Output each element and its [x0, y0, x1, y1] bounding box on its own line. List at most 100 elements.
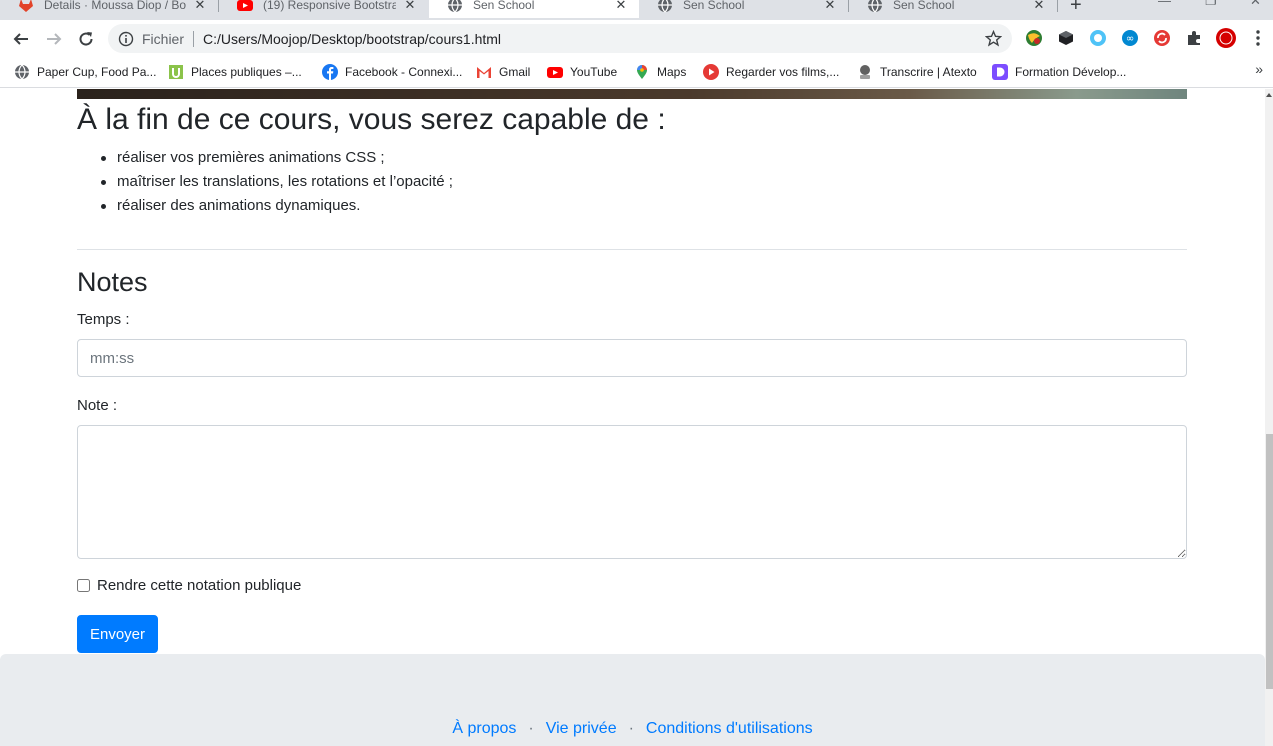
extension-cube-icon[interactable] [1056, 28, 1076, 48]
url-text[interactable]: C:/Users/Moojop/Desktop/bootstrap/cours1… [203, 31, 501, 47]
bookmark-label: YouTube [570, 65, 618, 79]
section-divider [77, 249, 1187, 250]
gmail-icon [477, 67, 491, 78]
svg-text:∞: ∞ [1126, 34, 1134, 45]
notes-title: Notes [77, 267, 148, 297]
bookmark-item[interactable]: Transcrire | Atexto [857, 62, 977, 82]
list-item: réaliser des animations dynamiques. [101, 194, 453, 218]
bookmarks-bar: Paper Cup, Food Pa... Places publiques –… [0, 57, 1273, 88]
tab-title: (19) Responsive Bootstrap W [263, 0, 396, 12]
public-checkbox-label[interactable]: Rendre cette notation publique [97, 577, 301, 594]
bookmark-label: Paper Cup, Food Pa... [37, 65, 157, 79]
globe-icon [448, 0, 462, 13]
tab-sen-school-active[interactable]: Sen School ✕ [429, 0, 639, 18]
tab-sen-school[interactable]: Sen School ✕ [849, 0, 1057, 18]
close-icon[interactable]: ✕ [613, 0, 629, 13]
bookmarks-overflow-button[interactable]: » [1255, 61, 1263, 77]
reload-icon [79, 32, 93, 46]
extension-blue-circle-icon[interactable] [1088, 28, 1108, 48]
footer-links: À propos · Vie privée · Conditions d'uti… [0, 720, 1265, 738]
bookmark-item[interactable]: Formation Dévelop... [992, 62, 1126, 82]
youtube-icon [237, 0, 253, 11]
bookmark-star-icon[interactable] [985, 30, 1002, 47]
scroll-up-arrow-icon[interactable] [1266, 93, 1272, 97]
goals-list: réaliser vos premières animations CSS ; … [101, 146, 453, 218]
globe-icon [658, 0, 672, 13]
play-circle-icon [703, 64, 719, 80]
facebook-icon [322, 64, 338, 80]
bookmark-label: Maps [657, 65, 687, 79]
youtube-icon [547, 67, 563, 78]
tab-title: Sen School [683, 0, 745, 12]
footer-link-about[interactable]: À propos [452, 720, 516, 738]
close-icon[interactable]: ✕ [402, 0, 418, 13]
reload-button[interactable] [74, 27, 98, 51]
green-u-icon [169, 65, 183, 79]
bookmark-item[interactable]: Regarder vos films,... [703, 62, 839, 82]
tab-sen-school[interactable]: Sen School ✕ [639, 0, 848, 18]
hero-image [77, 89, 1187, 99]
footer-link-privacy[interactable]: Vie privée [546, 720, 617, 738]
window-close-icon[interactable]: ✕ [1250, 0, 1261, 9]
bookmark-item[interactable]: Maps [634, 62, 686, 82]
arrow-right-icon [47, 33, 62, 45]
info-icon[interactable] [118, 31, 134, 47]
extension-infinity-icon[interactable]: ∞ [1120, 28, 1140, 48]
public-checkbox-row[interactable]: Rendre cette notation publique [77, 577, 301, 594]
footer: À propos · Vie privée · Conditions d'uti… [0, 654, 1265, 746]
note-textarea[interactable] [77, 425, 1187, 559]
bookmark-label: Transcrire | Atexto [880, 65, 977, 79]
extensions-puzzle-icon[interactable] [1184, 28, 1204, 48]
scheme-label: Fichier [142, 30, 185, 47]
forward-button[interactable] [42, 27, 66, 51]
close-icon[interactable]: ✕ [192, 0, 208, 13]
gitlab-fox-icon [19, 0, 33, 12]
list-item: réaliser vos premières animations CSS ; [101, 146, 453, 170]
bookmark-item[interactable]: YouTube [547, 62, 617, 82]
public-checkbox[interactable] [77, 579, 90, 592]
note-label: Note : [77, 397, 118, 414]
page-viewport: À la fin de ce cours, vous serez capable… [0, 89, 1265, 746]
bookmark-item[interactable]: Paper Cup, Food Pa... [14, 62, 156, 82]
formation-d-icon [992, 64, 1008, 80]
browser-toolbar: Fichier C:/Users/Moojop/Desktop/bootstra… [0, 20, 1273, 57]
profile-avatar-icon[interactable] [1216, 28, 1236, 48]
globe-icon [868, 0, 882, 13]
bookmark-item[interactable]: Gmail [476, 62, 530, 82]
bookmark-label: Formation Dévelop... [1015, 65, 1127, 79]
list-item: maîtriser les translations, les rotation… [101, 170, 453, 194]
tab-strip: Details · Moussa Diop / Boo ✕ (19) Respo… [0, 0, 1273, 20]
bookmark-item[interactable]: Facebook - Connexi... [322, 62, 462, 82]
vertical-scrollbar[interactable] [1265, 89, 1273, 746]
bookmark-label: Facebook - Connexi... [345, 65, 463, 79]
bookmark-item[interactable]: Places publiques –... [168, 62, 302, 82]
tab-title: Details · Moussa Diop / Boo [44, 0, 186, 12]
menu-kebab-icon[interactable] [1248, 28, 1268, 48]
tab-title: Sen School [473, 0, 535, 12]
minimize-icon[interactable]: — [1158, 0, 1171, 8]
address-bar[interactable]: Fichier C:/Users/Moojop/Desktop/bootstra… [108, 24, 1012, 53]
maps-pin-icon [637, 65, 647, 79]
tab-gitlab[interactable]: Details · Moussa Diop / Boo ✕ [0, 0, 218, 18]
tab-youtube[interactable]: (19) Responsive Bootstrap W ✕ [219, 0, 428, 18]
extension-red-sync-icon[interactable] [1152, 28, 1172, 48]
time-label: Temps : [77, 311, 130, 328]
footer-separator: · [528, 720, 534, 737]
bookmark-label: Gmail [499, 65, 531, 79]
back-button[interactable] [9, 27, 33, 51]
extension-globe-color-icon[interactable] [1024, 28, 1044, 48]
new-tab-button[interactable]: + [1070, 0, 1082, 17]
footer-link-terms[interactable]: Conditions d'utilisations [646, 720, 813, 738]
submit-button[interactable]: Envoyer [77, 615, 158, 653]
page-heading: À la fin de ce cours, vous serez capable… [77, 103, 666, 136]
close-icon[interactable]: ✕ [1031, 0, 1047, 13]
tab-title: Sen School [893, 0, 955, 12]
close-icon[interactable]: ✕ [822, 0, 838, 13]
time-input[interactable] [77, 339, 1187, 377]
maximize-icon[interactable]: ❐ [1205, 0, 1217, 9]
bookmark-label: Regarder vos films,... [726, 65, 840, 79]
scrollbar-thumb[interactable] [1266, 434, 1273, 689]
tab-separator [1057, 0, 1058, 12]
arrow-left-icon [13, 33, 28, 45]
bookmark-label: Places publiques –... [191, 65, 302, 79]
